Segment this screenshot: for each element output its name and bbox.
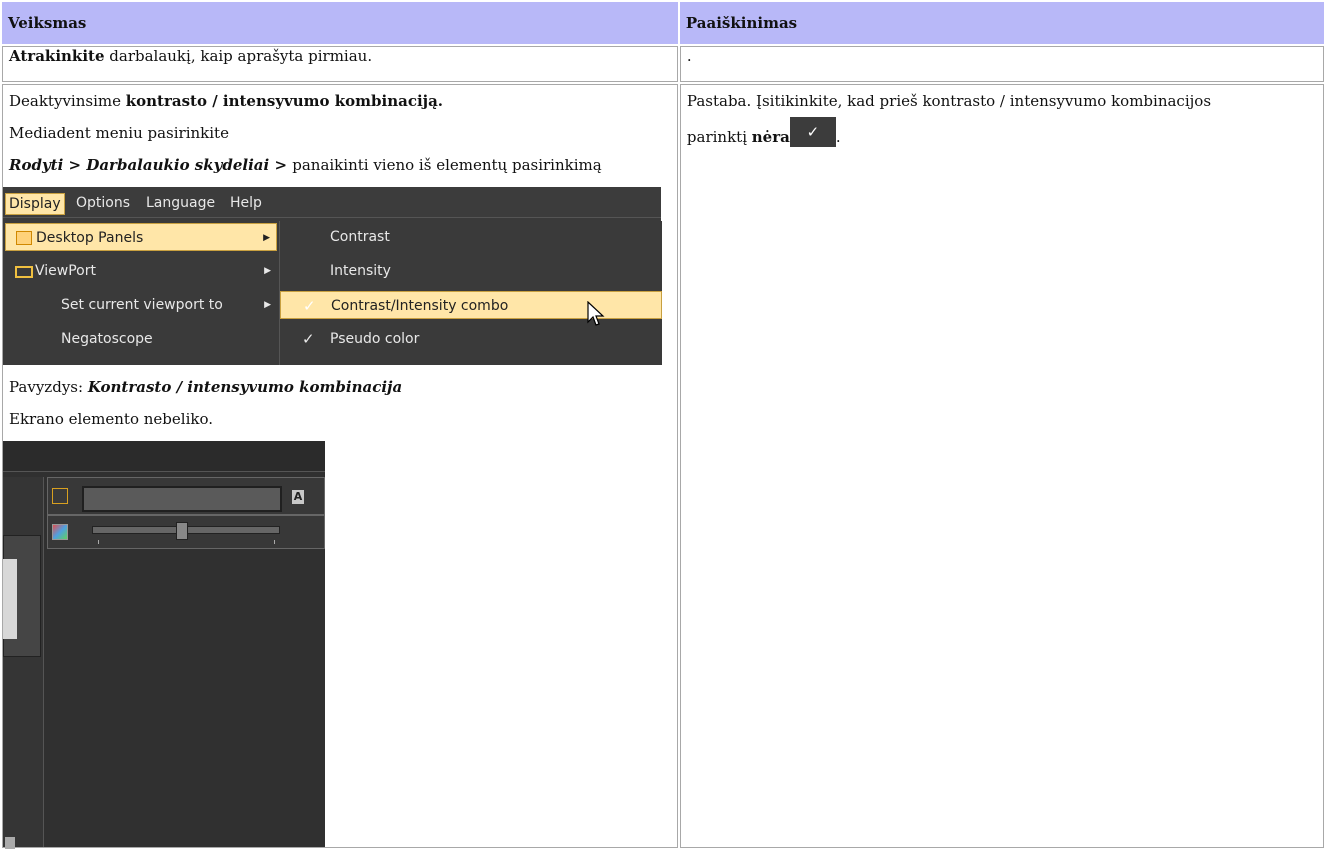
instruction-table: Veiksmas Paaiškinimas Atrakinkite darbal…	[0, 0, 1326, 850]
header-action: Veiksmas	[2, 2, 678, 44]
viewport-icon	[15, 266, 33, 278]
desktop-panels-submenu: Contrast Intensity ✓ Contrast/Intensity …	[279, 221, 662, 365]
menu-item-desktop-panels[interactable]: Desktop Panels ▶	[5, 223, 277, 251]
panels-icon	[16, 231, 32, 245]
menubar: Display Options Language Help	[3, 187, 661, 218]
note-line1: Pastaba. Įsitikinkite, kad prieš kontras…	[686, 92, 1212, 110]
header-explanation: Paaiškinimas	[679, 2, 1324, 44]
panel-topbar	[3, 441, 325, 472]
row1-action: Atrakinkite darbalaukį, kaip aprašyta pi…	[2, 46, 678, 82]
checkmark-icon: ✓	[789, 117, 836, 147]
menu-help[interactable]: Help	[227, 193, 265, 213]
menu-item-viewport[interactable]: ViewPort ▶	[5, 257, 277, 285]
mouse-cursor-icon	[587, 301, 605, 326]
auto-button[interactable]: A	[292, 490, 304, 504]
menu-language[interactable]: Language	[143, 193, 218, 213]
check-icon: ✓	[302, 330, 315, 348]
menu-item-negatoscope[interactable]: Negatoscope	[5, 325, 277, 353]
header-row: Veiksmas Paaiškinimas	[2, 2, 1324, 44]
menu-item-pseudo-color[interactable]: ✓ Pseudo color	[280, 325, 662, 353]
menu-item-intensity[interactable]: Intensity	[280, 257, 662, 285]
row2-explanation: Pastaba. Įsitikinkite, kad prieš kontras…	[679, 84, 1324, 848]
menu-options[interactable]: Options	[73, 193, 133, 213]
table-row: Atrakinkite darbalaukį, kaip aprašyta pi…	[2, 46, 1324, 82]
chevron-right-icon: ▶	[263, 233, 270, 243]
panel-screenshot: A	[3, 441, 325, 849]
chevron-right-icon: ▶	[264, 300, 271, 310]
chevron-right-icon: ▶	[264, 266, 271, 276]
row2-line2: Mediadent meniu pasirinkite	[9, 124, 229, 142]
menu-item-contrast[interactable]: Contrast	[280, 223, 662, 251]
value-field[interactable]	[82, 486, 282, 512]
example-line: Pavyzdys: Kontrasto / intensyvumo kombin…	[9, 378, 403, 396]
slider-tick	[274, 540, 275, 544]
unlock-bold: Atrakinkite	[9, 47, 105, 65]
display-menu: Desktop Panels ▶ ViewPort ▶ Set current …	[5, 221, 277, 365]
menu-screenshot: Display Options Language Help Desktop Pa…	[3, 187, 662, 365]
row1-explanation: .	[679, 46, 1324, 82]
color-palette-icon	[52, 524, 68, 540]
row2-action: Deaktyvinsime kontrasto / intensyvumo ko…	[2, 84, 678, 849]
pseudo-color-panel	[47, 515, 325, 549]
viewer-left-pane	[3, 477, 44, 849]
check-icon: ✓	[303, 297, 316, 315]
table-row: Deaktyvinsime kontrasto / intensyvumo ko…	[2, 84, 1324, 849]
row1-action-text: darbalaukį, kaip aprašyta pirmiau.	[104, 47, 373, 65]
expand-arrow-icon[interactable]	[5, 837, 15, 849]
panel-icon	[52, 488, 68, 504]
row2-line3: Rodyti > Darbalaukio skydeliai > panaiki…	[9, 156, 602, 174]
row2-line1: Deaktyvinsime kontrasto / intensyvumo ko…	[9, 92, 444, 110]
menu-item-set-viewport[interactable]: Set current viewport to ▶	[5, 291, 277, 319]
note-line2: parinktį nėra ✓.	[687, 117, 1317, 147]
contrast-intensity-input-panel: A	[47, 477, 325, 515]
slider-tick	[98, 540, 99, 544]
xray-thumbnail	[3, 559, 17, 639]
menu-display[interactable]: Display	[5, 193, 65, 215]
slider-handle[interactable]	[176, 522, 188, 540]
result-line: Ekrano elemento nebeliko.	[9, 410, 213, 428]
